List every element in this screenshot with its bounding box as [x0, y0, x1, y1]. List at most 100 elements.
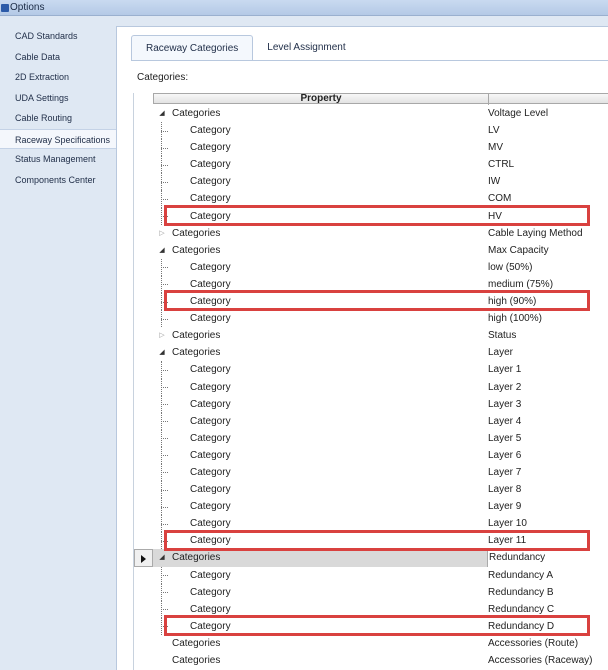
grid-group-row[interactable]: ◢ Categories Layer [134, 344, 608, 361]
row-selector[interactable] [134, 498, 153, 515]
row-selector[interactable] [134, 242, 153, 259]
grid-row[interactable]: Category medium (75%) [134, 275, 608, 294]
grid-row[interactable]: Category Redundancy D [134, 617, 608, 635]
value-cell[interactable]: Layer 5 [487, 430, 608, 447]
triangle-collapsed-icon[interactable]: ▷ [157, 225, 167, 242]
value-cell[interactable]: Layer 1 [487, 361, 608, 378]
sidebar-item-uda-settings[interactable]: UDA Settings [0, 88, 116, 109]
row-selector[interactable] [134, 379, 153, 396]
row-selector[interactable] [134, 464, 153, 481]
row-selector[interactable] [134, 567, 153, 584]
value-cell[interactable]: Voltage Level [487, 105, 608, 122]
row-selector[interactable] [134, 618, 153, 635]
row-selector[interactable] [134, 635, 153, 652]
row-selector[interactable] [134, 447, 153, 464]
value-cell[interactable]: Layer 11 [487, 532, 608, 549]
grid-row[interactable]: Category CTRL [134, 156, 608, 174]
grid-row[interactable]: Category Redundancy A [134, 566, 608, 584]
row-selector[interactable] [134, 276, 153, 293]
grid-row[interactable]: Category Redundancy B [134, 583, 608, 601]
triangle-expanded-icon[interactable]: ◢ [157, 549, 167, 566]
value-cell[interactable]: Redundancy [487, 549, 608, 567]
row-selector[interactable] [134, 601, 153, 618]
grid-group-row[interactable]: ▷ Categories Cable Laying Method [134, 225, 608, 242]
value-cell[interactable]: Max Capacity [487, 242, 608, 259]
grid-row[interactable]: Category COM [134, 190, 608, 208]
header-property[interactable]: Property [154, 93, 488, 104]
grid-row[interactable]: Category Layer 6 [134, 446, 608, 464]
triangle-expanded-icon[interactable]: ◢ [157, 344, 167, 361]
row-selector[interactable] [134, 652, 153, 669]
value-cell[interactable]: Redundancy C [487, 601, 608, 618]
value-cell[interactable]: Layer 10 [487, 515, 608, 532]
row-selector[interactable] [134, 361, 153, 378]
sidebar-item-status-management[interactable]: Status Management [0, 149, 116, 170]
row-selector[interactable] [134, 430, 153, 447]
row-selector[interactable] [134, 208, 153, 225]
grid-row[interactable]: Category LV [134, 122, 608, 140]
row-selector[interactable] [134, 413, 153, 430]
value-cell[interactable]: Layer 2 [487, 379, 608, 396]
value-cell[interactable]: high (100%) [487, 310, 608, 327]
grid-row[interactable]: Category Layer 8 [134, 481, 608, 499]
sidebar-item-cable-data[interactable]: Cable Data [0, 47, 116, 68]
row-selector[interactable] [134, 139, 153, 156]
value-cell[interactable]: medium (75%) [487, 276, 608, 293]
tab-level-assignment[interactable]: Level Assignment [253, 35, 359, 61]
grid-row[interactable]: Category IW [134, 173, 608, 191]
value-cell[interactable]: Cable Laying Method [487, 225, 608, 242]
sidebar-item-components-center[interactable]: Components Center [0, 170, 116, 191]
row-selector[interactable] [134, 327, 153, 344]
value-cell[interactable]: Accessories (Raceway) [487, 652, 608, 669]
row-selector[interactable] [134, 173, 153, 190]
value-cell[interactable]: Accessories (Route) [487, 635, 608, 652]
row-selector[interactable] [134, 532, 153, 549]
grid-row[interactable]: Category Layer 10 [134, 515, 608, 533]
row-selector[interactable] [134, 549, 153, 567]
triangle-expanded-icon[interactable]: ◢ [157, 242, 167, 259]
value-cell[interactable]: Layer 3 [487, 396, 608, 413]
grid-row[interactable]: Category low (50%) [134, 258, 608, 276]
value-cell[interactable]: LV [487, 122, 608, 139]
value-cell[interactable]: MV [487, 139, 608, 156]
sidebar-item-cable-routing[interactable]: Cable Routing [0, 108, 116, 129]
grid-row[interactable]: Category Layer 3 [134, 395, 608, 413]
grid-row[interactable]: Category Layer 1 [134, 361, 608, 379]
value-cell[interactable]: CTRL [487, 156, 608, 173]
grid-row[interactable]: Category Redundancy C [134, 600, 608, 618]
row-selector[interactable] [134, 396, 153, 413]
value-cell[interactable]: Layer 7 [487, 464, 608, 481]
row-selector[interactable] [134, 105, 153, 122]
value-cell[interactable]: Layer 6 [487, 447, 608, 464]
sidebar-item-cad-standards[interactable]: CAD Standards [0, 26, 116, 47]
grid-row[interactable]: Category MV [134, 139, 608, 157]
sidebar-item-raceway-specifications[interactable]: Raceway Specifications [0, 128, 116, 149]
row-selector[interactable] [134, 584, 153, 601]
grid-row[interactable]: Category HV [134, 207, 608, 225]
row-selector[interactable] [134, 190, 153, 207]
row-selector[interactable] [134, 156, 153, 173]
value-cell[interactable]: Layer 4 [487, 413, 608, 430]
row-selector[interactable] [134, 293, 153, 310]
value-cell[interactable]: IW [487, 173, 608, 190]
tab-raceway-categories[interactable]: Raceway Categories [131, 35, 254, 61]
row-selector[interactable] [134, 310, 153, 327]
grid-group-row[interactable]: ◢ Categories Max Capacity [134, 242, 608, 259]
grid-group-row[interactable]: Categories Accessories (Route) [134, 635, 608, 652]
row-selector[interactable] [134, 259, 153, 276]
grid-row[interactable]: Category Layer 11 [134, 532, 608, 550]
value-cell[interactable]: Redundancy D [487, 618, 608, 635]
grid-row[interactable]: Category high (100%) [134, 310, 608, 328]
grid-row[interactable]: Category Layer 5 [134, 429, 608, 447]
grid-row[interactable]: Category high (90%) [134, 293, 608, 311]
grid-group-row[interactable]: ◢ Categories Voltage Level [134, 105, 608, 122]
value-cell[interactable]: Redundancy A [487, 567, 608, 584]
grid-group-row[interactable]: ◢ Categories Redundancy [134, 549, 608, 567]
value-cell[interactable]: Layer [487, 344, 608, 361]
grid-row[interactable]: Category Layer 9 [134, 498, 608, 516]
row-selector[interactable] [134, 515, 153, 532]
row-selector[interactable] [134, 225, 153, 242]
value-cell[interactable]: high (90%) [487, 293, 608, 310]
triangle-collapsed-icon[interactable]: ▷ [157, 327, 167, 344]
grid-row[interactable]: Category Layer 7 [134, 463, 608, 482]
